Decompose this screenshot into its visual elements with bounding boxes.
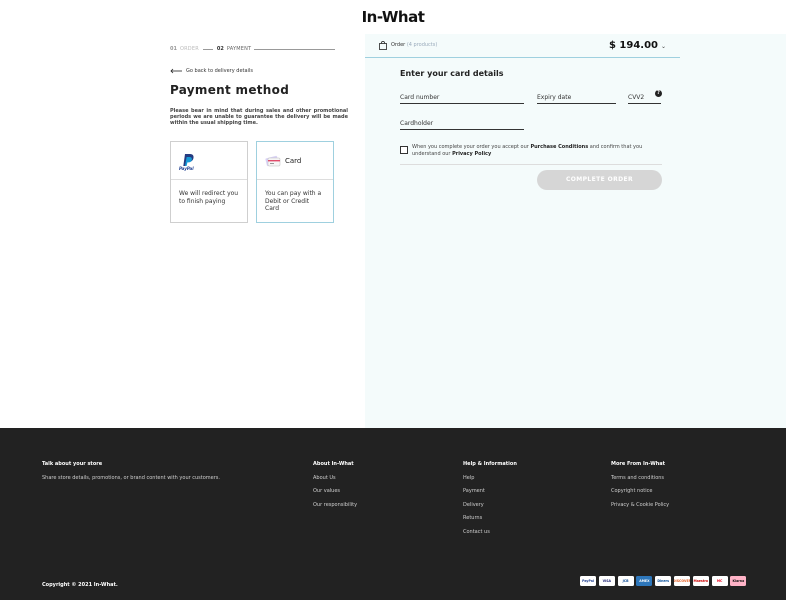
paypal-logo-text: PayPal xyxy=(179,166,194,171)
order-label: Order (4 products) xyxy=(391,42,437,48)
footer-link-about-us[interactable]: About Us xyxy=(313,475,357,481)
footer-link-our-responsibility[interactable]: Our responsibility xyxy=(313,502,357,508)
discover-icon: DISCOVER xyxy=(673,576,690,586)
order-product-count: (4 products) xyxy=(406,42,438,48)
cardholder-field[interactable]: Cardholder xyxy=(400,118,524,130)
footer-heading: Talk about your store xyxy=(42,461,103,467)
visa-icon: VISA xyxy=(598,576,615,586)
terms-checkbox[interactable] xyxy=(400,146,408,154)
step-payment-label: PAYMENT xyxy=(226,46,252,52)
order-label-text: Order xyxy=(391,42,406,48)
divider xyxy=(400,164,662,165)
back-to-delivery-link[interactable]: Go back to delivery details xyxy=(170,68,253,74)
payment-method-title: Payment method xyxy=(170,83,290,97)
consent-text-1: When you complete your order you accept … xyxy=(412,144,531,150)
paypal-badge-icon: PayPal xyxy=(580,576,596,586)
card-option-description: You can pay with a Debit or Credit Card xyxy=(265,190,322,212)
checkout-steps: 01 ORDER 02 PAYMENT xyxy=(170,45,335,53)
footer-column-store: Talk about your store Share store detail… xyxy=(42,461,242,488)
order-summary-bar[interactable]: Order (4 products) $ 194.00 ⌄ xyxy=(365,34,680,58)
card-number-field[interactable]: Card number xyxy=(400,92,524,104)
step-divider xyxy=(202,48,213,50)
privacy-policy-link[interactable]: Privacy Policy xyxy=(452,151,491,157)
shopping-bag-icon xyxy=(379,41,387,50)
mastercard-icon: MC xyxy=(711,576,728,586)
footer-link-help[interactable]: Help xyxy=(463,475,517,481)
copyright-text: Copyright © 2021 In-What. xyxy=(42,582,118,588)
step-payment-number: 02 xyxy=(216,46,224,52)
brand-logo[interactable]: In-What xyxy=(0,8,786,26)
diners-club-icon: Diners xyxy=(655,576,672,586)
payment-icons: PayPal VISA JCB AMEX Diners DISCOVER Mae… xyxy=(580,576,749,586)
order-total: $ 194.00 xyxy=(608,40,658,51)
chevron-down-icon[interactable]: ⌄ xyxy=(661,43,666,50)
amex-icon: AMEX xyxy=(636,576,653,586)
footer-heading: Help & Information xyxy=(463,461,517,467)
card-details-heading: Enter your card details xyxy=(400,69,504,78)
back-link-label: Go back to delivery details xyxy=(186,68,253,74)
footer-link-copyright-notice[interactable]: Copyright notice xyxy=(611,488,669,494)
step-order-number[interactable]: 01 xyxy=(170,46,177,52)
payment-option-paypal[interactable]: PayPal We will redirect you to finish pa… xyxy=(170,141,248,223)
terms-consent: When you complete your order you accept … xyxy=(400,144,662,157)
maestro-icon: Maestro xyxy=(692,576,709,586)
arrow-left-icon xyxy=(170,68,182,74)
footer-link-delivery[interactable]: Delivery xyxy=(463,502,517,508)
shipping-notice: Please bear in mind that during sales an… xyxy=(170,108,348,126)
footer-link-payment[interactable]: Payment xyxy=(463,488,517,494)
jcb-icon: JCB xyxy=(617,576,634,586)
footer-column-about: About In-What About Us Our values Our re… xyxy=(313,461,357,515)
step-order-label[interactable]: ORDER xyxy=(180,46,199,52)
footer-heading: More From In-What xyxy=(611,461,666,467)
footer-link-terms[interactable]: Terms and conditions xyxy=(611,475,669,481)
site-footer: Talk about your store Share store detail… xyxy=(0,428,786,600)
footer-link-our-values[interactable]: Our values xyxy=(313,488,357,494)
purchase-conditions-link[interactable]: Purchase Conditions xyxy=(530,144,588,150)
footer-heading: About In-What xyxy=(313,461,354,467)
footer-column-more: More From In-What Terms and conditions C… xyxy=(611,461,669,515)
credit-card-icon xyxy=(265,155,281,166)
footer-link-contact-us[interactable]: Contact us xyxy=(463,529,517,535)
card-option-name: Card xyxy=(285,156,302,165)
step-progress-line xyxy=(254,48,335,50)
footer-store-text: Share store details, promotions, or bran… xyxy=(42,475,220,481)
footer-link-returns[interactable]: Returns xyxy=(463,515,517,521)
cvv-help-icon[interactable]: ? xyxy=(655,90,662,97)
card-option-header: Card xyxy=(257,142,333,180)
paypal-option-header xyxy=(171,142,247,180)
footer-link-privacy-cookie[interactable]: Privacy & Cookie Policy xyxy=(611,502,669,508)
footer-column-help: Help & Information Help Payment Delivery… xyxy=(463,461,517,542)
expiry-date-field[interactable]: Expiry date xyxy=(537,92,616,104)
complete-order-button[interactable]: COMPLETE ORDER xyxy=(537,170,662,190)
paypal-option-description: We will redirect you to finish paying xyxy=(179,190,239,205)
klarna-icon: Klarna xyxy=(730,576,747,586)
payment-option-card[interactable]: Card You can pay with a Debit or Credit … xyxy=(256,141,334,223)
